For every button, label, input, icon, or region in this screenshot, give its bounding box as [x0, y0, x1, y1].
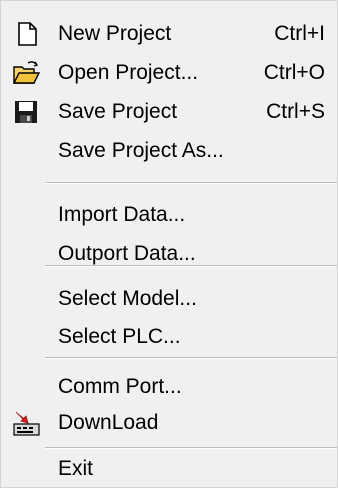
open-folder-icon: [11, 59, 41, 87]
menu-item-label: DownLoad: [58, 411, 159, 434]
menu-separator: [45, 265, 337, 267]
download-icon: [11, 409, 41, 437]
menu-separator: [45, 182, 337, 184]
floppy-disk-icon: [11, 98, 41, 126]
menu-item-exit[interactable]: Exit: [1, 449, 337, 488]
menu-item-label: Select Model...: [58, 287, 197, 310]
menu-item-shortcut: Ctrl+S: [266, 100, 325, 123]
menu-item-label: Import Data...: [58, 203, 186, 226]
menu-item-open-project[interactable]: Open Project... Ctrl+O: [1, 53, 337, 93]
menu-item-comm-port[interactable]: Comm Port...: [1, 367, 337, 407]
menu-item-outport-data[interactable]: Outport Data...: [1, 234, 337, 274]
new-document-icon: [11, 20, 41, 48]
menu-item-label: Select PLC...: [58, 325, 181, 348]
menu-item-label: Save Project: [58, 100, 178, 123]
file-menu: New Project Ctrl+I Open Project... Ctrl+…: [0, 0, 338, 488]
menu-item-select-model[interactable]: Select Model...: [1, 279, 337, 319]
menu-item-select-plc[interactable]: Select PLC...: [1, 317, 337, 357]
menu-item-import-data[interactable]: Import Data...: [1, 195, 337, 235]
menu-item-shortcut: Ctrl+I: [274, 22, 325, 45]
menu-item-label: Outport Data...: [58, 242, 196, 265]
menu-item-shortcut: Ctrl+O: [263, 61, 325, 84]
menu-item-label: New Project: [58, 22, 172, 45]
menu-item-download[interactable]: DownLoad: [1, 403, 337, 443]
menu-item-label: Comm Port...: [58, 375, 182, 398]
menu-item-save-project-as[interactable]: Save Project As...: [1, 131, 337, 171]
menu-separator: [45, 357, 337, 359]
menu-item-label: Exit: [58, 457, 94, 480]
menu-item-label: Open Project...: [58, 61, 199, 84]
menu-item-label: Save Project As...: [58, 139, 224, 162]
menu-item-save-project[interactable]: Save Project Ctrl+S: [1, 92, 337, 132]
menu-item-new-project[interactable]: New Project Ctrl+I: [1, 14, 337, 54]
